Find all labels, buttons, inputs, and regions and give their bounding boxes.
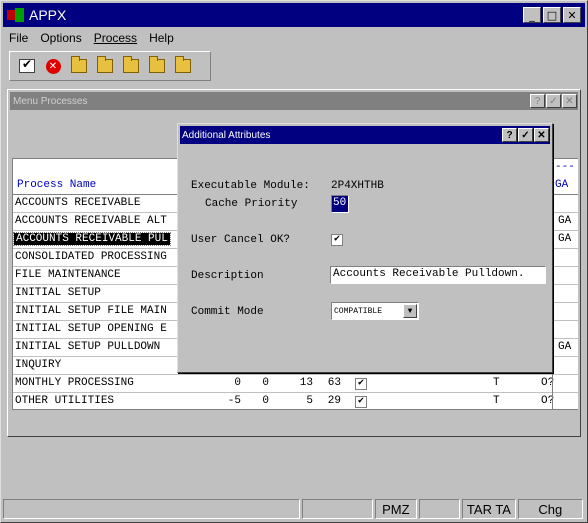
dialog-help-button[interactable]: ?: [502, 128, 517, 142]
folder-delete-icon: [149, 56, 165, 73]
minimize-button[interactable]: _: [523, 7, 541, 23]
column-process-name[interactable]: Process Name: [17, 179, 96, 191]
maximize-button[interactable]: □: [543, 7, 561, 23]
right-column-header: GA: [555, 179, 569, 191]
executable-module-value: 2P4XHTHB: [331, 180, 384, 192]
process-name-cell[interactable]: ACCOUNTS RECEIVABLE PUL: [13, 232, 171, 246]
folder-check-button[interactable]: [170, 54, 196, 78]
appx-logo-icon: [7, 8, 25, 22]
ok-check-button[interactable]: [14, 54, 40, 78]
folder-open-button[interactable]: [92, 54, 118, 78]
cancel-button[interactable]: ✕: [40, 54, 66, 78]
value-cell: 5: [306, 395, 313, 407]
process-name-cell[interactable]: INQUIRY: [15, 359, 61, 371]
folder-search-icon: [123, 56, 139, 73]
dialog-title: Additional Attributes: [182, 129, 271, 141]
value-cell: -5: [227, 395, 241, 407]
status-panel-2: [301, 499, 374, 519]
child-help-button[interactable]: ?: [530, 94, 545, 108]
value-cell: 29: [327, 395, 341, 407]
additional-attributes-dialog: Additional Attributes ? ✓ ✕ Executable M…: [177, 123, 553, 373]
process-name-cell[interactable]: CONSOLIDATED PROCESSING: [15, 251, 167, 263]
dialog-close-button[interactable]: ✕: [534, 128, 549, 142]
folder-new-icon: [71, 56, 87, 73]
process-name-cell[interactable]: FILE MAINTENANCE: [15, 269, 121, 281]
child-close-button[interactable]: ✕: [562, 94, 577, 108]
cancel-stop-icon: ✕: [45, 58, 61, 74]
cache-priority-label: Cache Priority: [205, 198, 298, 210]
description-field[interactable]: Accounts Receivable Pulldown.: [330, 266, 546, 284]
process-name-cell[interactable]: OTHER UTILITIES: [15, 395, 114, 407]
process-name-cell[interactable]: INITIAL SETUP PULLDOWN: [15, 341, 160, 353]
app-title: APPX: [29, 7, 67, 23]
folder-delete-button[interactable]: [144, 54, 170, 78]
value-cell: 0: [262, 377, 269, 389]
status-panel-pmz: PMZ: [375, 499, 417, 519]
commit-mode-select[interactable]: COMPATIBLE ▼: [331, 302, 419, 320]
dialog-title-bar: Additional Attributes ? ✓ ✕: [180, 126, 550, 144]
table-row[interactable]: OTHER UTILITIES -5 0 5 29 ✔ T O?: [13, 393, 578, 411]
value-cell: 63: [327, 377, 341, 389]
child-title: Menu Processes: [13, 95, 88, 107]
title-bar: APPX _ □ ✕: [3, 3, 585, 27]
status-panel-tar: TAR TA: [462, 499, 516, 519]
ok-check-icon: [19, 57, 35, 73]
executable-module-label: Executable Module:: [191, 180, 310, 192]
menu-options[interactable]: Options: [34, 31, 87, 45]
right-column: --- GA: [552, 159, 578, 409]
status-panel-main: [3, 499, 300, 519]
row-checkbox[interactable]: ✔: [355, 396, 367, 408]
commit-mode-label: Commit Mode: [191, 306, 264, 318]
app-window: APPX _ □ ✕ File Options Process Help ✕ M…: [0, 0, 588, 523]
menu-file[interactable]: File: [3, 31, 34, 45]
type-cell: T: [493, 377, 500, 389]
right-column-dashes: ---: [555, 161, 575, 173]
user-cancel-label: User Cancel OK?: [191, 234, 291, 246]
child-ok-button[interactable]: ✓: [546, 94, 561, 108]
folder-check-icon: [175, 56, 191, 73]
process-name-cell[interactable]: ACCOUNTS RECEIVABLE ALT: [15, 215, 167, 227]
menu-help[interactable]: Help: [143, 31, 180, 45]
process-name-cell[interactable]: INITIAL SETUP: [15, 287, 101, 299]
chevron-down-icon[interactable]: ▼: [403, 304, 417, 318]
description-label: Description: [191, 270, 264, 282]
cache-priority-field[interactable]: 50: [331, 195, 349, 213]
process-name-cell[interactable]: INITIAL SETUP FILE MAIN: [15, 305, 167, 317]
type-cell: T: [493, 395, 500, 407]
dialog-ok-button[interactable]: ✓: [518, 128, 533, 142]
value-cell: 0: [234, 377, 241, 389]
folder-new-button[interactable]: [66, 54, 92, 78]
close-button[interactable]: ✕: [563, 7, 581, 23]
value-cell: 0: [262, 395, 269, 407]
folder-search-button[interactable]: [118, 54, 144, 78]
menu-bar: File Options Process Help: [3, 29, 585, 47]
user-cancel-checkbox[interactable]: ✔: [331, 234, 343, 246]
table-row[interactable]: MONTHLY PROCESSING 0 0 13 63 ✔ T O?: [13, 375, 578, 393]
status-bar: PMZ TAR TA Chg: [3, 499, 585, 521]
row-checkbox[interactable]: ✔: [355, 378, 367, 390]
value-cell: 13: [299, 377, 313, 389]
folder-open-icon: [97, 56, 113, 73]
menu-process[interactable]: Process: [88, 31, 143, 45]
process-name-cell[interactable]: MONTHLY PROCESSING: [15, 377, 134, 389]
commit-mode-value: COMPATIBLE: [334, 306, 383, 316]
process-name-cell[interactable]: ACCOUNTS RECEIVABLE: [15, 197, 140, 209]
child-title-bar: Menu Processes ? ✓ ✕: [10, 92, 578, 110]
status-panel-4: [418, 499, 461, 519]
status-panel-chg: Chg: [517, 499, 583, 519]
toolbar: ✕: [9, 51, 211, 81]
process-name-cell[interactable]: INITIAL SETUP OPENING E: [15, 323, 167, 335]
